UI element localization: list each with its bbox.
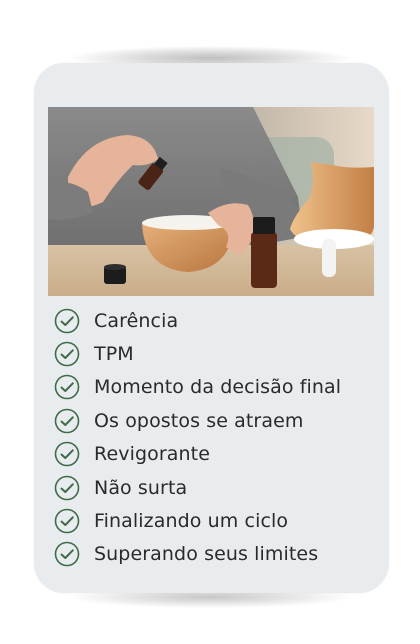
aromatherapy-diffuser-image xyxy=(48,107,374,296)
list-item: TPM xyxy=(54,337,384,370)
list-item: Revigorante xyxy=(54,438,384,471)
check-circle-icon xyxy=(54,408,80,434)
aromatherapy-photo xyxy=(48,107,374,296)
check-circle-icon xyxy=(54,508,80,534)
list-item-label: Carência xyxy=(94,309,179,332)
list-item-label: Não surta xyxy=(94,476,188,499)
check-circle-icon xyxy=(54,475,80,501)
list-item: Finalizando um ciclo xyxy=(54,504,384,537)
list-item: Não surta xyxy=(54,471,384,504)
list-item-label: Superando seus limites xyxy=(94,543,319,566)
list-item: Momento da decisão final xyxy=(54,371,384,404)
list-item-label: Os opostos se atraem xyxy=(94,409,304,432)
list-item-label: TPM xyxy=(94,343,134,366)
benefits-list: Carência TPM Momento da decisão final Os… xyxy=(54,304,384,571)
check-circle-icon xyxy=(54,541,80,567)
list-item-label: Momento da decisão final xyxy=(94,376,342,399)
list-item: Superando seus limites xyxy=(54,538,384,571)
list-item-label: Revigorante xyxy=(94,443,210,466)
check-circle-icon xyxy=(54,374,80,400)
list-item-label: Finalizando um ciclo xyxy=(94,510,289,533)
check-circle-icon xyxy=(54,341,80,367)
check-circle-icon xyxy=(54,308,80,334)
list-item: Carência xyxy=(54,304,384,337)
page: Carência TPM Momento da decisão final Os… xyxy=(0,0,420,644)
list-item: Os opostos se atraem xyxy=(54,404,384,437)
check-circle-icon xyxy=(54,441,80,467)
